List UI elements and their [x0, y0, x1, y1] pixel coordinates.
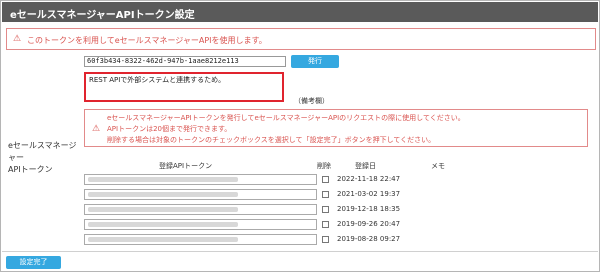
settings-window: eセールスマネージャーAPIトークン設定 ⚠ このトークンを利用してeセールスマ… [0, 0, 600, 272]
field-label-line2: APIトークン [8, 165, 53, 174]
info-alert: ⚠ eセールスマネージャーAPIトークンを発行してeセールスマネージャーAPIの… [84, 109, 588, 147]
info-line-2: APIトークンは20個まで発行できます。 [107, 125, 232, 133]
memo-textarea[interactable]: REST APIで外部システムと連携するため。 [84, 72, 284, 102]
registered-token-field[interactable] [84, 174, 317, 185]
info-line-3: 削除する場合は対象のトークンのチェックボックスを選択して「設定完了」ボタンを押下… [107, 136, 436, 144]
info-line-1: eセールスマネージャーAPIトークンを発行してeセールスマネージャーAPIのリク… [107, 114, 465, 122]
delete-checkbox[interactable] [322, 206, 329, 213]
registered-date: 2019-12-18 18:35 [337, 205, 401, 213]
warning-triangle-icon: ⚠ [92, 124, 101, 134]
window-title: eセールスマネージャーAPIトークン設定 [10, 10, 195, 21]
done-button[interactable]: 設定完了 [6, 256, 61, 269]
footer-divider [2, 251, 598, 252]
field-label-line1: eセールスマネージャー [8, 141, 77, 162]
usage-alert: ⚠ このトークンを利用してeセールスマネージャーAPIを使用します。 [6, 28, 596, 50]
delete-checkbox[interactable] [322, 236, 329, 243]
warning-triangle-icon: ⚠ [13, 34, 22, 44]
registered-token-field[interactable] [84, 234, 317, 245]
registered-token-field[interactable] [84, 189, 317, 200]
registered-date: 2022-11-18 22:47 [337, 175, 401, 183]
usage-alert-text: このトークンを利用してeセールスマネージャーAPIを使用します。 [27, 36, 267, 45]
registered-date: 2019-08-28 09:27 [337, 235, 401, 243]
field-label: eセールスマネージャー APIトークン [8, 140, 84, 176]
delete-checkbox[interactable] [322, 221, 329, 228]
token-input[interactable]: 60f3b434-8322-462d-947b-1aae8212e113 [84, 56, 286, 67]
header-memo: メモ [431, 162, 445, 170]
header-delete: 削除 [317, 162, 331, 170]
issue-button[interactable]: 発行 [291, 55, 339, 68]
header-date: 登録日 [355, 162, 376, 170]
registered-date: 2019-09-26 20:47 [337, 220, 401, 228]
delete-checkbox[interactable] [322, 176, 329, 183]
title-bar: eセールスマネージャーAPIトークン設定 [2, 2, 598, 22]
delete-checkbox[interactable] [322, 191, 329, 198]
registered-token-field[interactable] [84, 204, 317, 215]
registered-date: 2021-03-02 19:37 [337, 190, 401, 198]
memo-label: （備考欄） [294, 97, 329, 105]
registered-token-field[interactable] [84, 219, 317, 230]
header-token: 登録APIトークン [159, 162, 213, 170]
